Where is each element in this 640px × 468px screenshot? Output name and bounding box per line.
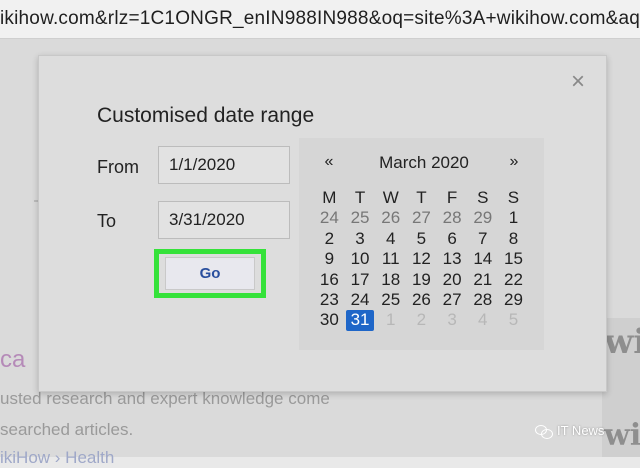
calendar-day[interactable]: 27 bbox=[437, 290, 468, 310]
calendar-day[interactable]: 9 bbox=[314, 249, 345, 269]
calendar-day[interactable]: 18 bbox=[375, 270, 406, 290]
calendar-day-selected[interactable]: 31 bbox=[345, 310, 375, 331]
calendar-day[interactable]: 14 bbox=[467, 249, 498, 269]
calendar-day[interactable]: 11 bbox=[375, 249, 406, 269]
calendar-day[interactable]: 29 bbox=[498, 290, 529, 310]
calendar-day[interactable]: 16 bbox=[314, 270, 345, 290]
thumbnail-text: wik bbox=[604, 418, 640, 453]
calendar-day[interactable]: 1 bbox=[498, 208, 529, 228]
calendar-day[interactable]: 21 bbox=[467, 270, 498, 290]
dialog-title: Customised date range bbox=[97, 104, 315, 127]
close-icon[interactable]: × bbox=[568, 70, 588, 94]
weekday-header: T bbox=[416, 188, 427, 207]
to-date-input[interactable] bbox=[158, 201, 290, 239]
background-breadcrumb[interactable]: ikiHow › Health bbox=[0, 448, 114, 468]
from-label: From bbox=[97, 157, 139, 177]
calendar-day[interactable]: 10 bbox=[345, 249, 376, 269]
date-picker-calendar: « March 2020 » M T W T F S S 24 25 26 27 28 29 1 2 3 4 5 6… bbox=[299, 138, 544, 350]
url-text[interactable]: ikihow.com&rlz=1C1ONGR_enIN988IN988&oq=s… bbox=[0, 8, 640, 30]
calendar-day[interactable]: 5 bbox=[498, 310, 529, 330]
calendar-day[interactable]: 6 bbox=[437, 229, 468, 249]
watermark: IT News bbox=[535, 423, 605, 439]
calendar-day[interactable]: 1 bbox=[375, 310, 406, 330]
thumbnail-text: wi bbox=[604, 322, 640, 362]
calendar-day[interactable]: 24 bbox=[345, 290, 376, 310]
calendar-month-label: March 2020 bbox=[379, 153, 469, 172]
weekday-header: T bbox=[354, 188, 366, 207]
weekday-header: M bbox=[322, 188, 337, 207]
previous-month-button[interactable]: « bbox=[320, 153, 338, 171]
go-button[interactable]: Go bbox=[165, 257, 255, 290]
background-snippet-line: usted research and expert knowledge come bbox=[0, 389, 330, 408]
weekday-header: W bbox=[382, 188, 399, 207]
calendar-day[interactable]: 25 bbox=[375, 290, 406, 310]
chat-bubbles-icon bbox=[535, 424, 553, 439]
calendar-day[interactable]: 8 bbox=[498, 229, 529, 249]
calendar-day[interactable]: 3 bbox=[345, 229, 376, 249]
calendar-day[interactable]: 28 bbox=[467, 290, 498, 310]
calendar-day[interactable]: 5 bbox=[406, 229, 437, 249]
calendar-day[interactable]: 17 bbox=[345, 270, 376, 290]
calendar-day[interactable]: 25 bbox=[345, 208, 376, 228]
next-month-button[interactable]: » bbox=[505, 153, 523, 171]
calendar-day[interactable]: 4 bbox=[375, 229, 406, 249]
calendar-day[interactable]: 3 bbox=[437, 310, 468, 330]
calendar-day[interactable]: 29 bbox=[467, 208, 498, 228]
from-date-input[interactable] bbox=[158, 146, 290, 184]
calendar-day[interactable]: 26 bbox=[406, 290, 437, 310]
calendar-grid: M T W T F S S 24 25 26 27 28 29 1 2 3 4 5 6 7 8 9 10 11 12 13 14 15… bbox=[314, 188, 529, 331]
custom-date-range-dialog: × Customised date range From To Go « Mar… bbox=[38, 55, 607, 392]
calendar-day[interactable]: 2 bbox=[406, 310, 437, 330]
calendar-day[interactable]: 12 bbox=[406, 249, 437, 269]
weekday-header: F bbox=[446, 188, 458, 207]
background-result-link[interactable]: ca bbox=[0, 346, 25, 374]
background-snippet-line: searched articles. bbox=[0, 420, 134, 439]
watermark-text: IT News bbox=[557, 423, 605, 438]
calendar-day[interactable]: 15 bbox=[498, 249, 529, 269]
calendar-day[interactable]: 13 bbox=[437, 249, 468, 269]
to-label: To bbox=[97, 211, 117, 231]
calendar-day[interactable]: 2 bbox=[314, 229, 345, 249]
calendar-day[interactable]: 4 bbox=[467, 310, 498, 330]
weekday-header: S bbox=[507, 188, 520, 207]
calendar-day[interactable]: 27 bbox=[406, 208, 437, 228]
calendar-day[interactable]: 7 bbox=[467, 229, 498, 249]
calendar-day[interactable]: 20 bbox=[437, 270, 468, 290]
calendar-day[interactable]: 28 bbox=[437, 208, 468, 228]
calendar-day[interactable]: 30 bbox=[314, 310, 345, 330]
calendar-day[interactable]: 23 bbox=[314, 290, 345, 310]
weekday-header: S bbox=[477, 188, 489, 207]
browser-url-bar[interactable]: ikihow.com&rlz=1C1ONGR_enIN988IN988&oq=s… bbox=[0, 0, 640, 39]
calendar-day[interactable]: 19 bbox=[406, 270, 437, 290]
calendar-day[interactable]: 22 bbox=[498, 270, 529, 290]
calendar-day[interactable]: 26 bbox=[375, 208, 406, 228]
calendar-day[interactable]: 24 bbox=[314, 208, 345, 228]
